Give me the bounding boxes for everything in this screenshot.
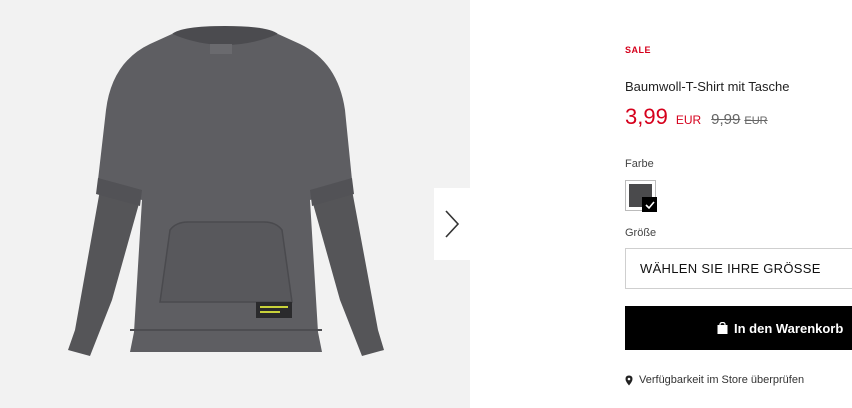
add-to-cart-label: In den Warenkorb xyxy=(734,320,844,336)
color-swatch-graphite[interactable] xyxy=(625,180,657,212)
sale-badge: SALE xyxy=(625,45,652,55)
old-price: 9,99 xyxy=(711,111,741,128)
gallery-next-button[interactable] xyxy=(434,188,470,260)
size-select-placeholder: WÄHLEN SIE IHRE GRÖSSE xyxy=(640,261,821,276)
store-availability-link[interactable]: Verfügbarkeit im Store überprüfen xyxy=(625,374,804,386)
size-label: Größe xyxy=(625,227,657,239)
product-image[interactable] xyxy=(0,0,470,408)
product-gallery xyxy=(0,0,470,408)
current-price: 3,99 xyxy=(625,104,668,129)
checkmark-icon xyxy=(642,197,657,212)
size-select[interactable]: WÄHLEN SIE IHRE GRÖSSE xyxy=(625,248,852,289)
old-price-currency: EUR xyxy=(744,115,768,127)
chevron-right-icon xyxy=(445,210,460,238)
current-price-currency: EUR xyxy=(675,113,702,127)
store-availability-label: Verfügbarkeit im Store überprüfen xyxy=(639,374,805,386)
location-pin-icon xyxy=(625,375,633,385)
color-label: Farbe xyxy=(625,158,654,170)
shopping-bag-icon xyxy=(717,322,728,334)
product-title: Baumwoll-T-Shirt mit Tasche xyxy=(625,79,790,94)
add-to-cart-button[interactable]: In den Warenkorb xyxy=(625,306,852,350)
product-page: SALE Baumwoll-T-Shirt mit Tasche 3,99 EU… xyxy=(0,0,852,408)
product-details: SALE Baumwoll-T-Shirt mit Tasche 3,99 EU… xyxy=(625,0,852,408)
price-row: 3,99 EUR 9,99 EUR xyxy=(625,104,768,130)
